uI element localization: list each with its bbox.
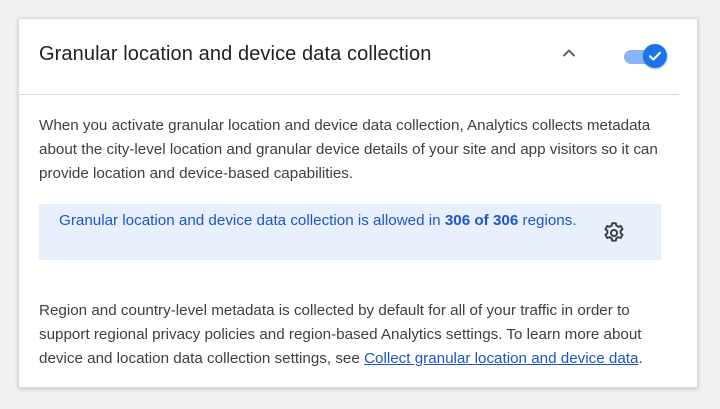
toggle-thumb	[643, 44, 667, 68]
description-text: When you activate granular location and …	[39, 117, 658, 182]
banner-text: Granular location and device data collec…	[59, 209, 589, 233]
gear-icon[interactable]	[601, 220, 627, 246]
check-icon	[648, 51, 662, 61]
chevron-up-icon[interactable]	[557, 41, 581, 65]
footer-text: Region and country-level metadata is col…	[39, 299, 669, 371]
footer-end: .	[638, 350, 643, 367]
card-title: Granular location and device data collec…	[39, 43, 432, 65]
banner-text-after: regions.	[518, 212, 577, 229]
regions-count: 306 of 306	[444, 212, 519, 229]
location-data-card: Granular location and device data collec…	[18, 18, 698, 388]
collect-data-link[interactable]: Collect granular location and device dat…	[364, 350, 638, 367]
card-header: Granular location and device data collec…	[19, 19, 679, 95]
collection-toggle[interactable]	[622, 43, 668, 69]
banner-text-before: Granular location and device data collec…	[59, 212, 445, 229]
regions-banner: Granular location and device data collec…	[39, 204, 661, 260]
